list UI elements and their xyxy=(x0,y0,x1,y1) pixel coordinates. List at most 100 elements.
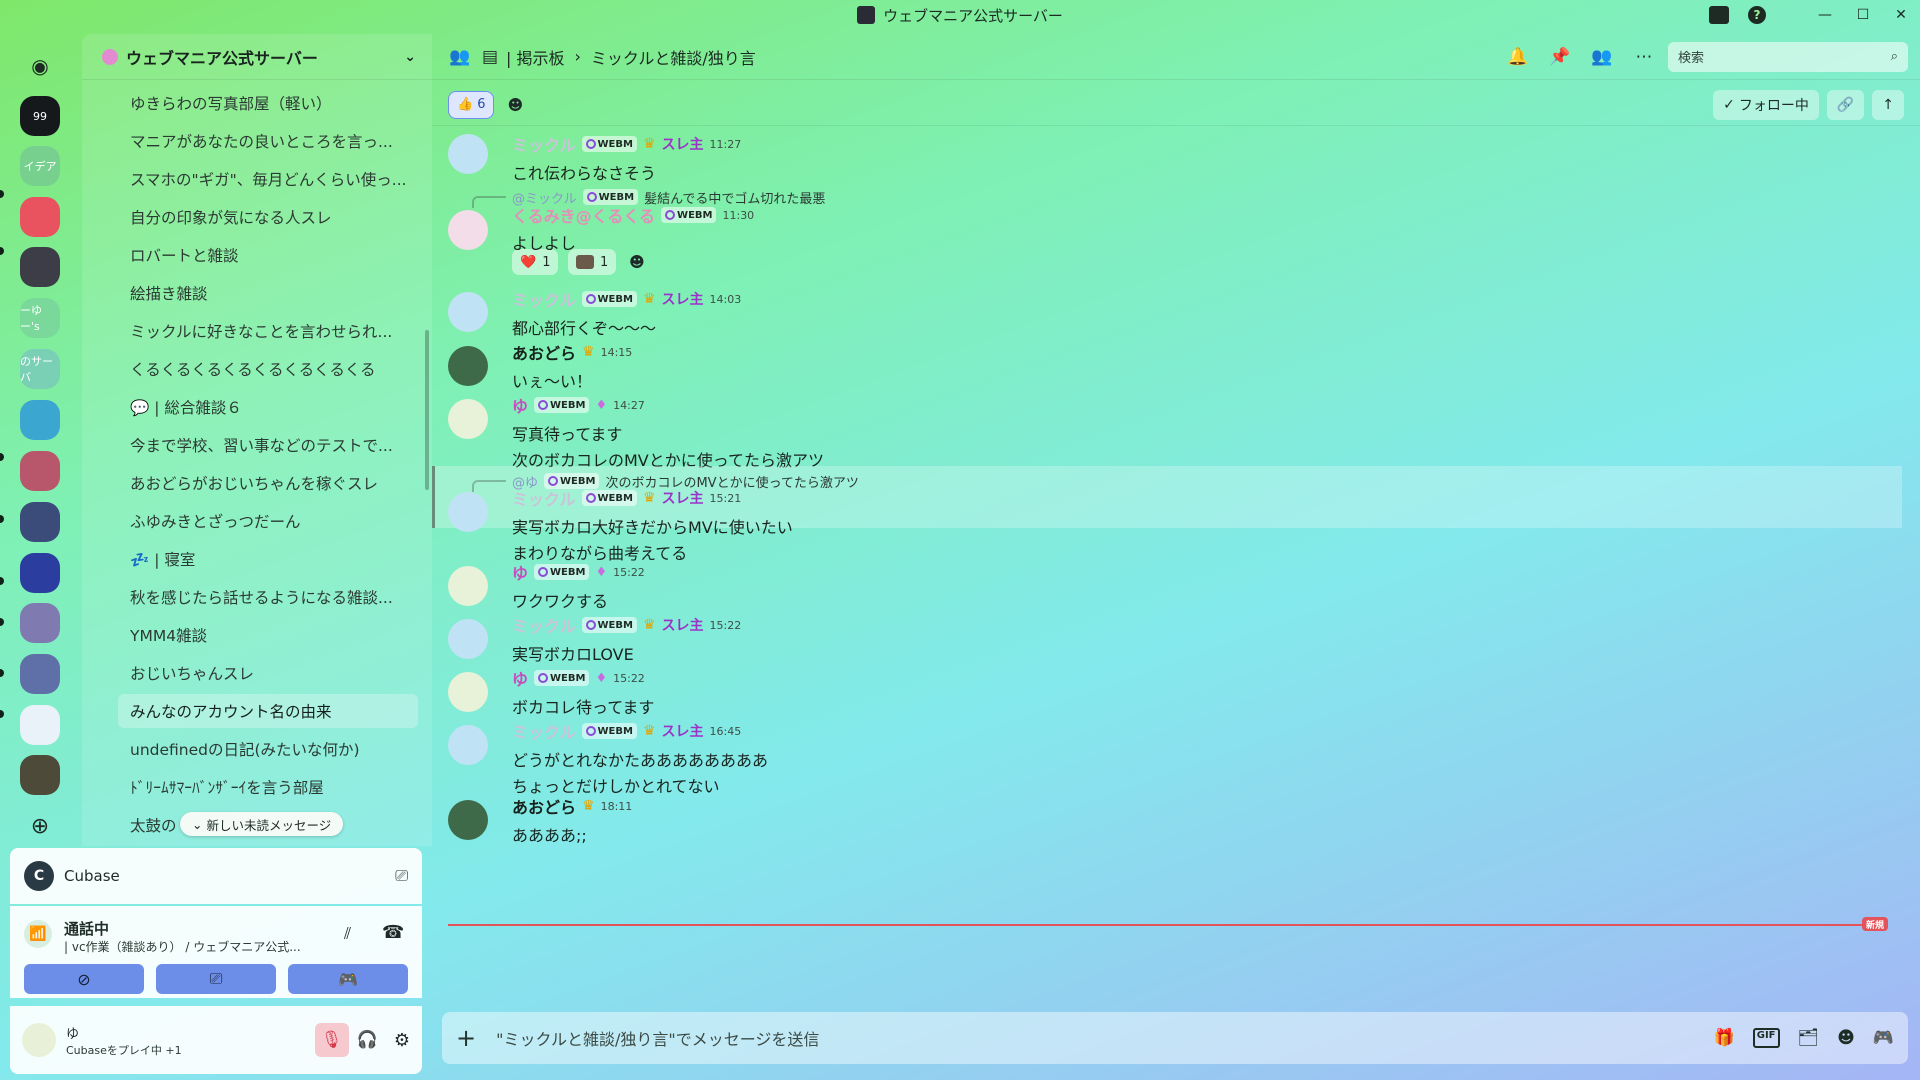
pin-icon[interactable]: 📌 xyxy=(1549,47,1570,67)
threads-icon[interactable]: 👥 xyxy=(449,47,470,67)
thread-item[interactable]: 💤 | 寝室 xyxy=(118,542,418,576)
activities-button[interactable]: 🎮 xyxy=(288,964,408,994)
avatar[interactable] xyxy=(448,134,488,174)
rail-server-school[interactable] xyxy=(20,705,60,745)
webm-tag: WEBM xyxy=(534,564,590,580)
author-name[interactable]: くるみき@くるくる xyxy=(512,203,655,227)
members-icon[interactable]: 👥 xyxy=(1591,47,1612,67)
rail-discord-home[interactable]: ◉ xyxy=(20,46,60,86)
avatar[interactable] xyxy=(448,346,488,386)
thread-item[interactable]: みんなのアカウント名の由来 xyxy=(118,694,418,728)
thread-item[interactable]: マニアがあなたの良いところを言っ... xyxy=(118,124,418,158)
thread-item[interactable]: ミックルに好きなことを言わせられ... xyxy=(118,314,418,348)
author-name[interactable]: あおどら xyxy=(512,794,576,818)
thread-item[interactable]: ﾄﾞﾘｰﾑｻﾏｰﾊﾞﾝｻﾞｰｲを言う部屋 xyxy=(118,770,418,804)
avatar[interactable] xyxy=(22,1023,56,1057)
author-name[interactable]: ミックル xyxy=(512,613,576,637)
share-screen-button[interactable]: ⎚ xyxy=(156,964,276,994)
add-server-button[interactable]: ⊕ xyxy=(20,806,60,846)
rail-server-discord[interactable] xyxy=(20,197,60,237)
gif-button[interactable]: GIF xyxy=(1752,1028,1780,1048)
rail-server-idea[interactable]: イデア xyxy=(20,146,60,186)
rail-server-cat[interactable] xyxy=(20,400,60,440)
rail-server-anime2[interactable] xyxy=(20,654,60,694)
message-composer[interactable]: + "ミックルと雑談/独り言"でメッセージを送信 🎁 GIF 🗂 ☻ 🎮 xyxy=(442,1012,1908,1064)
rail-server-yu[interactable]: ーゆー's xyxy=(20,298,60,338)
author-name[interactable]: ミックル xyxy=(512,287,576,311)
author-name[interactable]: ゆ xyxy=(512,560,528,584)
avatar[interactable] xyxy=(448,492,488,532)
noise-suppression-icon[interactable]: ⫽ xyxy=(344,924,351,944)
rail-server-anime[interactable] xyxy=(20,247,60,287)
crown-icon: ♛ xyxy=(642,490,656,506)
thread-item[interactable]: おじいちゃんスレ xyxy=(118,656,418,690)
more-icon[interactable]: ⋯ xyxy=(1634,47,1654,67)
close-window-button[interactable]: ✕ xyxy=(1882,0,1920,30)
author-name[interactable]: ミックル xyxy=(512,132,576,156)
bell-icon[interactable]: 🔔 xyxy=(1507,47,1528,67)
avatar[interactable] xyxy=(448,800,488,840)
server-header[interactable]: ウェブマニア公式サーバー ⌄ xyxy=(82,34,432,80)
gamepad-icon[interactable]: 🎮 xyxy=(1873,1028,1894,1048)
author-name[interactable]: ゆ xyxy=(512,666,528,690)
disconnect-icon[interactable]: ☎ xyxy=(382,922,404,943)
mute-button[interactable]: 🎙 xyxy=(314,1023,349,1057)
avatar[interactable] xyxy=(448,672,488,712)
follow-button[interactable]: ✓ フォロー中 xyxy=(1713,89,1819,120)
rail-server-manga[interactable] xyxy=(20,603,60,643)
camera-button[interactable]: ⊘ xyxy=(24,964,144,994)
thumbs-up-reaction[interactable]: 👍 6 xyxy=(448,90,495,119)
emoji-icon[interactable]: ☻ xyxy=(1837,1028,1855,1048)
settings-button[interactable]: ⚙ xyxy=(394,1030,410,1051)
thread-item[interactable]: 自分の印象が気になる人スレ xyxy=(118,200,418,234)
thread-item[interactable]: スマホの"ギガ"、毎月どんくらい使っ... xyxy=(118,162,418,196)
thread-item[interactable]: 絵描き雑談 xyxy=(118,276,418,310)
breadcrumb-category[interactable]: | 掲示板 xyxy=(506,45,564,69)
voice-channel-link[interactable]: | vc作業（雑談あり） / ウェブマニア公式... xyxy=(64,938,301,955)
author-name[interactable]: あおどら xyxy=(512,340,576,364)
avatar[interactable] xyxy=(448,292,488,332)
author-name[interactable]: ミックル xyxy=(512,486,576,510)
help-button[interactable]: ? xyxy=(1738,0,1776,30)
thread-item[interactable]: あおどらがおじいちゃんを稼ぐスレ xyxy=(118,466,418,500)
thread-item[interactable]: undefinedの日記(みたいな何か) xyxy=(118,732,418,766)
maximize-button[interactable]: ☐ xyxy=(1844,0,1882,30)
rail-server-glasses[interactable] xyxy=(20,755,60,795)
thread-item[interactable]: YMM4雑談 xyxy=(118,618,418,652)
author-name[interactable]: ゆ xyxy=(512,393,528,417)
new-unread-messages-pill[interactable]: ⌄ 新しい未読メッセージ xyxy=(180,812,344,836)
search-input[interactable]: 検索 ⌕ xyxy=(1668,41,1908,72)
minimize-button[interactable]: — xyxy=(1806,0,1844,30)
avatar[interactable] xyxy=(448,566,488,606)
rail-server-pixel[interactable] xyxy=(20,553,60,593)
gift-icon[interactable]: 🎁 xyxy=(1714,1028,1735,1048)
rail-server-suit[interactable] xyxy=(20,502,60,542)
thread-item[interactable]: 💬 | 総合雑談６ xyxy=(118,390,418,424)
rail-server-saba[interactable]: のサーバ xyxy=(20,349,60,389)
thread-item[interactable]: くるくるくるくるくるくるくるくる xyxy=(118,352,418,386)
jump-top-button[interactable]: ↑ xyxy=(1872,89,1904,120)
rail-server-collage[interactable] xyxy=(20,451,60,491)
chevron-down-icon: ⌄ xyxy=(192,816,203,832)
avatar[interactable] xyxy=(448,399,488,439)
deafen-button[interactable]: 🎧 xyxy=(357,1030,378,1050)
copy-link-button[interactable]: 🔗 xyxy=(1826,89,1865,120)
thread-item[interactable]: ゆきらわの写真部屋（軽い） xyxy=(118,86,418,120)
thread-item[interactable]: ロバートと雑談 xyxy=(118,238,418,272)
avatar[interactable] xyxy=(448,210,488,250)
author-name[interactable]: ミックル xyxy=(512,719,576,743)
inbox-button[interactable] xyxy=(1700,0,1738,30)
screen-share-icon[interactable]: ⎚ xyxy=(395,866,408,886)
thread-item[interactable]: 今まで学校、習い事などのテストで... xyxy=(118,428,418,462)
thread-item[interactable]: ふゆみきとざっつだーん xyxy=(118,504,418,538)
avatar[interactable] xyxy=(448,619,488,659)
attach-button[interactable]: + xyxy=(456,1024,476,1052)
rail-server-quote[interactable]: 99 xyxy=(20,96,60,136)
avatar[interactable] xyxy=(448,725,488,765)
sticker-icon[interactable]: 🗂 xyxy=(1798,1028,1820,1048)
thread-item[interactable]: 秋を感じたら話せるようになる雑談... xyxy=(118,580,418,614)
add-reaction-button[interactable]: ☻ xyxy=(624,249,650,275)
add-reaction-button[interactable]: ☻ xyxy=(502,92,528,118)
sidebar-scrollbar[interactable] xyxy=(425,330,429,490)
user-info[interactable]: ゆ Cubaseをプレイ中 +1 xyxy=(66,1023,182,1058)
